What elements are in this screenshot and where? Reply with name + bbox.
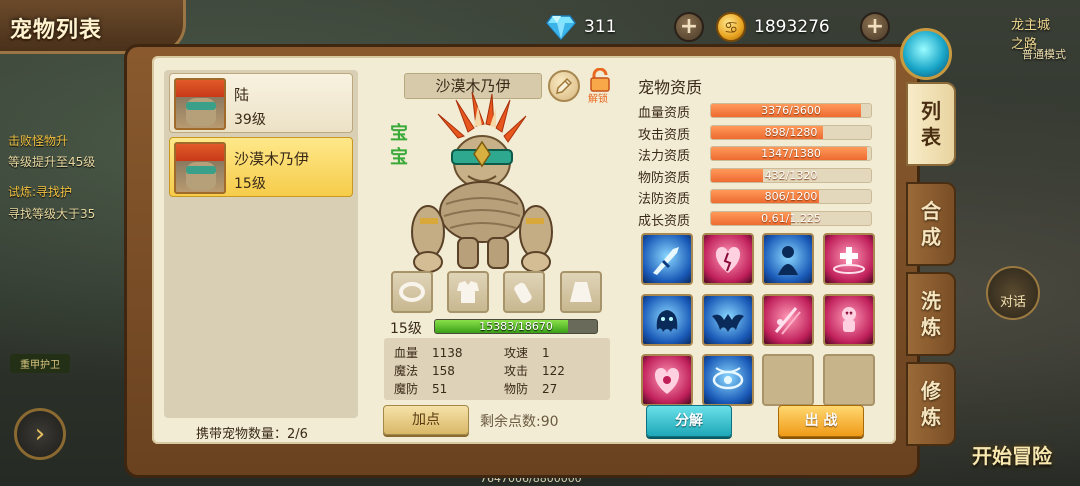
stat-mana: 魔法 158 <box>394 364 455 378</box>
tab-list[interactable]: 列表 <box>906 82 956 166</box>
voodoo-doll-skill-icon[interactable] <box>822 293 875 346</box>
add-gems-button[interactable]: + <box>674 12 704 42</box>
stat-attack-speed: 攻速 1 <box>504 346 550 360</box>
heart-break-skill-icon[interactable] <box>701 233 754 285</box>
stat-physical-defense: 物防 27 <box>504 382 558 396</box>
skirt-icon <box>570 282 592 302</box>
decompose-button[interactable]: 分解 <box>646 405 732 437</box>
bg-chat-button[interactable]: 对话 <box>986 266 1040 320</box>
aptitude-value: 1347/1380 <box>761 147 821 160</box>
stat-attack: 攻击 122 <box>504 364 565 378</box>
unlock-label: 解锁 <box>588 94 608 105</box>
tab-compose[interactable]: 合成 <box>906 182 956 266</box>
pet-list-item-selected[interactable]: 沙漠木乃伊 15级 <box>169 137 353 197</box>
aptitude-label: 攻击资质 <box>638 127 691 143</box>
diamond-icon <box>546 14 576 41</box>
aptitude-row: 成长资质 0.61/1.225 <box>638 209 878 229</box>
aptitude-label: 物防资质 <box>638 170 691 186</box>
aptitude-label: 成长资质 <box>638 213 691 229</box>
equip-slot-bracer[interactable] <box>503 271 545 313</box>
stat-hp: 血量 1138 <box>394 346 463 360</box>
pet-exp-text: 15383/18670 <box>479 320 553 333</box>
pet-avatar <box>174 142 226 194</box>
equip-slot-skirt[interactable] <box>560 271 602 313</box>
bat-wing-skill-icon[interactable] <box>701 293 754 346</box>
eye-vortex-skill-icon[interactable] <box>701 354 754 406</box>
bg-expand-arrow-icon[interactable]: › <box>14 408 66 460</box>
tab-train[interactable]: 修炼 <box>906 362 956 446</box>
add-points-button[interactable]: 加点 <box>383 405 469 435</box>
battle-button[interactable]: 出 战 <box>778 405 864 437</box>
aptitude-row: 法力资质 1347/1380 <box>638 144 878 164</box>
pet-list-item-name: 陆 <box>234 86 250 104</box>
gold-resource: ♋ 1893276 <box>716 10 830 44</box>
blood-slash-skill-icon[interactable] <box>762 293 814 346</box>
aptitude-bar: 898/1280 <box>710 124 872 140</box>
aptitude-label: 法防资质 <box>638 192 691 207</box>
pet-list-item-level: 39级 <box>234 112 266 128</box>
tab-label: 洗炼 <box>921 289 941 339</box>
aptitude-value: 0.61/1.225 <box>761 211 821 225</box>
equip-slot-collar[interactable] <box>391 271 433 313</box>
aptitude-label: 法力资质 <box>638 149 691 164</box>
armor-icon <box>457 281 479 303</box>
page-title: 宠物列表 <box>10 18 103 43</box>
gold-count: 1893276 <box>754 17 830 37</box>
aptitude-bar: 806/1200 <box>710 189 872 204</box>
aptitude-bar: 1347/1380 <box>710 146 872 161</box>
bg-quest-4: 寻找等级大于35 <box>8 207 96 221</box>
aptitude-row: 物防资质 432/1320 <box>638 166 878 186</box>
pet-list-item[interactable]: 陆 39级 <box>169 73 353 133</box>
pet-list-item-name: 沙漠木乃伊 <box>234 150 310 168</box>
bg-start-adventure-button[interactable]: 开始冒险 <box>972 440 1052 469</box>
aptitude-title: 宠物资质 <box>638 78 703 97</box>
bg-quest-3: 试炼:寻找护 <box>8 185 73 199</box>
aptitude-value: 3376/3600 <box>761 104 821 117</box>
shadow-figure-skill-icon[interactable] <box>762 233 814 285</box>
pet-exp-bar: 15383/18670 <box>434 319 598 334</box>
stat-magic-defense: 魔防 51 <box>394 382 448 396</box>
aptitude-value: 898/1280 <box>764 125 818 139</box>
tab-label: 合成 <box>921 199 941 249</box>
sword-strike-skill-icon[interactable] <box>641 233 693 285</box>
carry-count: 携带宠物数量：2/6 <box>196 427 308 442</box>
tab-refine[interactable]: 洗炼 <box>906 272 956 356</box>
gold-coin-icon: ♋ <box>716 12 746 42</box>
empty-skill-slot[interactable] <box>822 354 875 406</box>
gem-count: 311 <box>584 17 617 37</box>
tab-label: 列表 <box>921 99 941 149</box>
bg-quest-1: 击败怪物升 <box>8 134 69 148</box>
aptitude-label: 血量资质 <box>638 106 691 121</box>
empty-skill-slot[interactable] <box>762 354 814 406</box>
gem-resource: 311 <box>546 10 616 44</box>
pet-level: 15级 <box>390 321 422 337</box>
aptitude-value: 432/1320 <box>764 168 818 182</box>
add-gold-button[interactable]: + <box>860 12 890 42</box>
aptitude-value: 806/1200 <box>764 190 818 203</box>
aptitude-row: 攻击资质 898/1280 <box>638 123 878 143</box>
aptitude-bar: 432/1320 <box>710 167 872 183</box>
pet-model-mummy <box>398 91 568 282</box>
aptitude-bar: 0.61/1.225 <box>710 210 872 226</box>
pet-avatar <box>174 78 226 130</box>
tab-label: 修炼 <box>921 379 941 429</box>
bg-guard-label: 重甲护卫 <box>10 354 70 373</box>
collar-icon <box>399 282 425 302</box>
corner-orb-icon <box>900 28 952 80</box>
remaining-points: 剩余点数:90 <box>480 414 559 430</box>
pet-list-item-level: 15级 <box>234 176 266 192</box>
bracer-icon <box>514 282 532 304</box>
heal-cross-skill-icon[interactable] <box>822 233 875 285</box>
spirit-blob-skill-icon[interactable] <box>641 293 693 346</box>
equip-slot-armor[interactable] <box>447 271 489 313</box>
bg-quest-2: 等级提升至45级 <box>8 155 96 169</box>
aptitude-bar: 3376/3600 <box>710 103 872 118</box>
burst-heart-skill-icon[interactable] <box>641 354 693 406</box>
aptitude-row: 血量资质 3376/3600 <box>638 101 878 121</box>
aptitude-row: 法防资质 806/1200 <box>638 187 878 207</box>
